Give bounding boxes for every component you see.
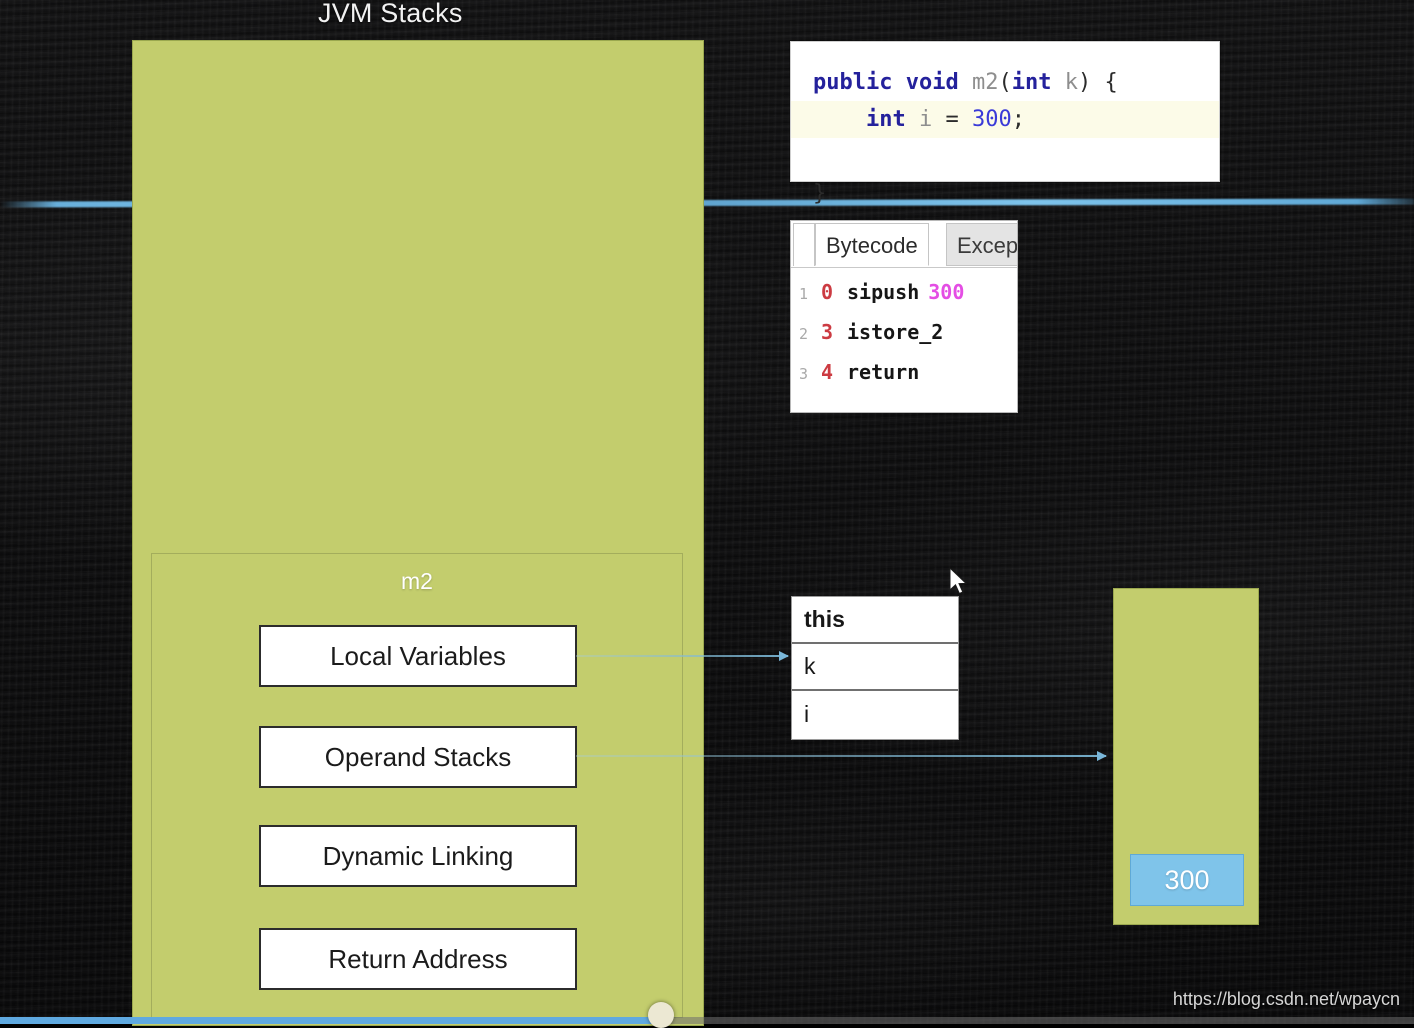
slot-local-variables[interactable]: Local Variables [259, 625, 577, 687]
tab-bytecode[interactable]: Bytecode [815, 223, 929, 266]
bytecode-tab-bar: Bytecode Excep [791, 221, 1017, 268]
semicolon: ; [1011, 107, 1025, 132]
slot-return-address[interactable]: Return Address [259, 928, 577, 990]
source-line-1: public void m2(int k) { [813, 70, 1118, 95]
watermark: https://blog.csdn.net/wpaycn [1172, 989, 1400, 1009]
slot-operand-stacks[interactable]: Operand Stacks [259, 726, 577, 788]
stack-frame-m2: m2 Local Variables Operand Stacks Dynami… [151, 553, 683, 1018]
bytecode-line-number: 2 [799, 325, 809, 343]
arrow-local-variables-to-table [576, 651, 789, 661]
bytecode-panel: Bytecode Excep 1 0 sipush 300 2 3 istore… [790, 220, 1018, 413]
bytecode-line-number: 1 [799, 285, 809, 303]
bytecode-operand: 300 [928, 280, 965, 304]
bytecode-offset: 4 [821, 360, 834, 384]
local-variable-table: this k i [791, 596, 959, 740]
page-title: JVM Stacks [318, 0, 463, 28]
video-progress-fill [0, 1017, 660, 1024]
video-progress-track[interactable] [0, 1017, 1414, 1024]
video-progress-handle[interactable] [648, 1002, 674, 1028]
keyword-int-param: int [1011, 70, 1052, 95]
bytecode-instruction: sipush [847, 280, 920, 304]
source-line-2: int i = 300; [791, 101, 1219, 138]
keyword-int-local: int [865, 107, 906, 132]
bytecode-instruction: return [847, 360, 920, 384]
variable-row-this: this [792, 597, 958, 644]
variable-name-i: i [918, 107, 933, 132]
operand-stack-value: 300 [1130, 854, 1244, 906]
bytecode-row: 1 0 sipush 300 [799, 280, 1017, 320]
keyword-public: public [813, 70, 893, 95]
bytecode-row: 3 4 return [799, 360, 1017, 400]
close-paren-brace: ) { [1077, 70, 1118, 95]
keyword-void: void [905, 70, 959, 95]
operand-stack-column: 300 [1113, 588, 1259, 925]
slot-dynamic-linking[interactable]: Dynamic Linking [259, 825, 577, 887]
bytecode-line-number: 3 [799, 365, 809, 383]
method-name-m2: m2 [971, 70, 999, 95]
assign-operator: = [932, 107, 972, 132]
tab-stub[interactable] [793, 223, 815, 266]
bytecode-instruction-list: 1 0 sipush 300 2 3 istore_2 3 4 return [791, 268, 1017, 400]
java-source-card: public void m2(int k) { int i = 300; } [790, 41, 1220, 206]
source-line-3: } [813, 181, 827, 206]
bytecode-instruction: istore_2 [847, 320, 944, 344]
variable-row-k: k [792, 644, 958, 691]
arrow-operand-stacks-to-stack [576, 751, 1107, 761]
bytecode-offset: 0 [821, 280, 834, 304]
literal-300: 300 [971, 107, 1012, 132]
tab-exceptions[interactable]: Excep [946, 223, 1017, 266]
bytecode-offset: 3 [821, 320, 834, 344]
stack-frame-label: m2 [401, 568, 433, 594]
param-name-k: k [1064, 70, 1078, 95]
bytecode-row: 2 3 istore_2 [799, 320, 1017, 360]
open-paren: ( [998, 70, 1012, 95]
variable-row-i: i [804, 701, 810, 727]
